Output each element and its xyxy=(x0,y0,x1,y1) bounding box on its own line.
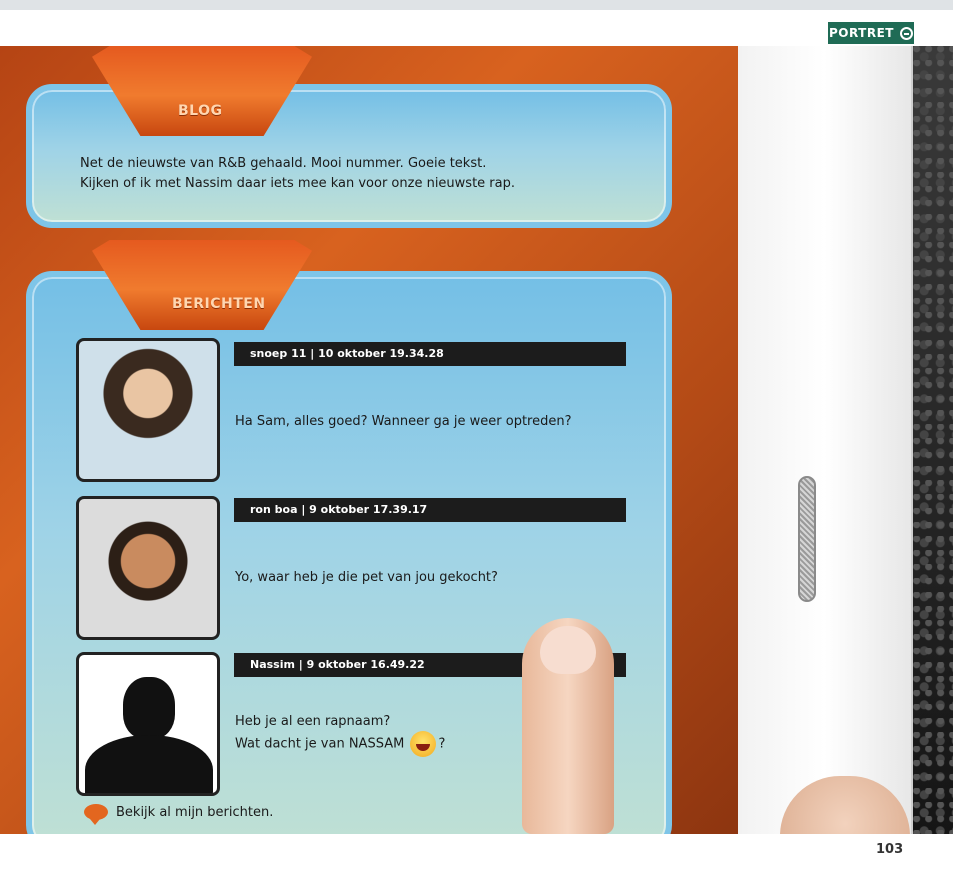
blog-text: Net de nieuwste van R&B gehaald. Mooi nu… xyxy=(80,154,640,194)
section-badge: PORTRET xyxy=(828,22,914,44)
finger-nail xyxy=(540,626,596,674)
laughing-smiley-icon xyxy=(410,731,437,757)
message-text: Yo, waar heb je die pet van jou gekocht? xyxy=(235,570,498,585)
message-text: Ha Sam, alles goed? Wanneer ga je weer o… xyxy=(235,414,572,429)
avatar-photo xyxy=(76,338,220,482)
avatar-photo xyxy=(76,496,220,640)
avatar-silhouette xyxy=(76,652,220,796)
tablet-home-button xyxy=(798,476,816,602)
message-text-part: Wat dacht je van NASSAM xyxy=(235,736,405,752)
speech-bubble-icon xyxy=(84,804,108,825)
blog-title: BLOG xyxy=(178,103,223,119)
view-all-messages-link[interactable]: Bekijk al mijn berichten. xyxy=(84,804,274,825)
tablet-photo: BLOG Net de nieuwste van R&B gehaald. Mo… xyxy=(0,46,953,834)
tablet-frame xyxy=(738,46,913,834)
blog-text-line: Kijken of ik met Nassim daar iets mee ka… xyxy=(80,176,515,191)
silhouette-body xyxy=(85,735,213,793)
silhouette-head xyxy=(123,677,175,739)
page-number: 103 xyxy=(876,842,904,857)
message-text-part: ? xyxy=(438,736,446,752)
top-strip xyxy=(0,0,953,10)
message-text: Heb je al een rapnaam? Wat dacht je van … xyxy=(235,712,445,757)
blog-text-line: Net de nieuwste van R&B gehaald. Mooi nu… xyxy=(80,156,487,171)
leather-background xyxy=(913,46,953,834)
tablet-screen: BLOG Net de nieuwste van R&B gehaald. Mo… xyxy=(0,46,738,834)
portrait-icon xyxy=(900,26,913,40)
section-label: PORTRET xyxy=(828,26,894,40)
message-header: ron boa | 9 oktober 17.39.17 xyxy=(234,498,626,522)
message-text-line: Heb je al een rapnaam? xyxy=(235,714,391,729)
message-header: snoep 11 | 10 oktober 19.34.28 xyxy=(234,342,626,366)
message-text-line: Wat dacht je van NASSAM ? xyxy=(235,731,445,757)
view-all-messages-label: Bekijk al mijn berichten. xyxy=(116,804,274,820)
messages-title: BERICHTEN xyxy=(172,296,266,312)
